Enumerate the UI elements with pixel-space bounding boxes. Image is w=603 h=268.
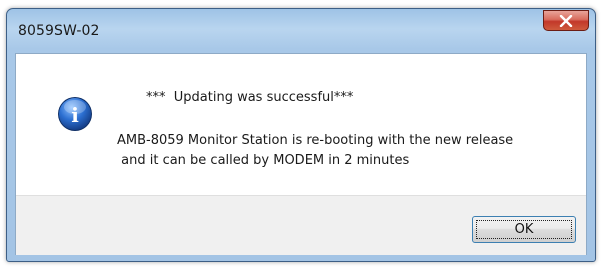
close-button[interactable] (543, 10, 589, 31)
button-bar: OK (16, 195, 586, 255)
message-dialog: 8059SW-02 i *** Updating was successful*… (6, 8, 596, 262)
ok-button[interactable]: OK (472, 216, 576, 243)
info-glyph: i (71, 103, 79, 127)
window-title: 8059SW-02 (18, 23, 100, 39)
message-line-2: and it can be called by MODEM in 2 minut… (117, 153, 410, 168)
title-bar[interactable]: 8059SW-02 (7, 9, 595, 53)
ok-button-label: OK (514, 222, 534, 237)
dialog-client-area: i *** Updating was successful*** AMB-805… (15, 53, 587, 255)
information-icon: i (58, 97, 92, 131)
message-area: i *** Updating was successful*** AMB-805… (16, 54, 586, 195)
message-text: AMB-8059 Monitor Station is re-booting w… (117, 131, 513, 171)
headline-text: *** Updating was successful*** (146, 90, 354, 105)
close-icon (559, 14, 573, 27)
message-line-1: AMB-8059 Monitor Station is re-booting w… (117, 133, 514, 148)
